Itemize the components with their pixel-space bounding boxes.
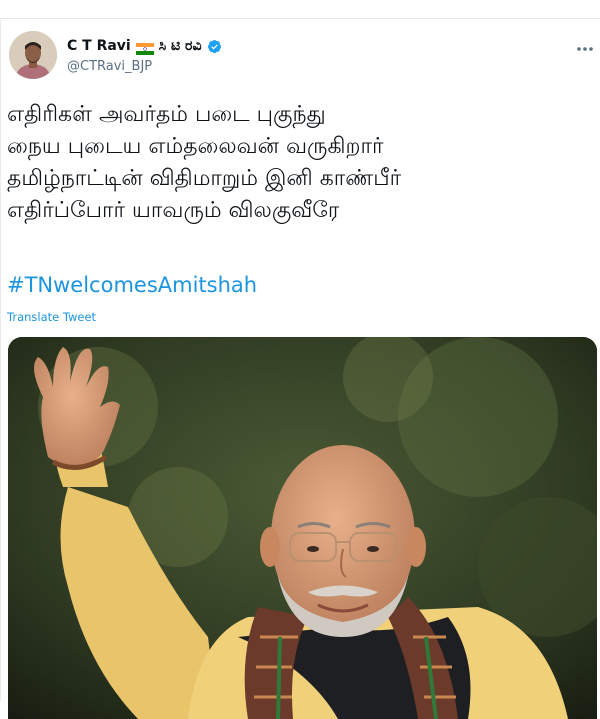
hashtag-link[interactable]: #TNwelcomesAmitshah xyxy=(7,273,257,297)
more-options-icon[interactable] xyxy=(576,39,594,51)
author-name-row[interactable]: C T Ravi ಸಿ ಟಿ ರವಿ xyxy=(67,36,222,56)
display-name[interactable]: C T Ravi xyxy=(67,38,131,54)
tweet-text-line: நைய புடைய எம்தலைவன் வருகிறார் xyxy=(7,134,384,159)
tweet-card: C T Ravi ಸಿ ಟಿ ರವಿ @CTRavi_BJP எதிரிகள் … xyxy=(0,18,600,719)
verified-badge-icon xyxy=(207,39,222,54)
tweet-text-line: எதிர்ப்போர் யாவரும் விலகுவீரே xyxy=(7,198,340,223)
avatar[interactable] xyxy=(9,31,57,79)
author-handle[interactable]: @CTRavi_BJP xyxy=(67,59,152,74)
tweet-photo[interactable] xyxy=(8,337,597,719)
india-flag-icon xyxy=(135,40,154,55)
tweet-text: எதிரிகள் அவர்தம் படை புகுந்து நைய புடைய … xyxy=(7,99,595,227)
translate-tweet-link[interactable]: Translate Tweet xyxy=(7,310,96,324)
display-name-kannada[interactable]: ಸಿ ಟಿ ರವಿ xyxy=(159,38,202,54)
tweet-text-line: எதிரிகள் அவர்தம் படை புகுந்து xyxy=(7,102,326,127)
tweet-text-line: தமிழ்நாட்டின் விதிமாறும் இனி காண்பீர் xyxy=(7,166,402,191)
